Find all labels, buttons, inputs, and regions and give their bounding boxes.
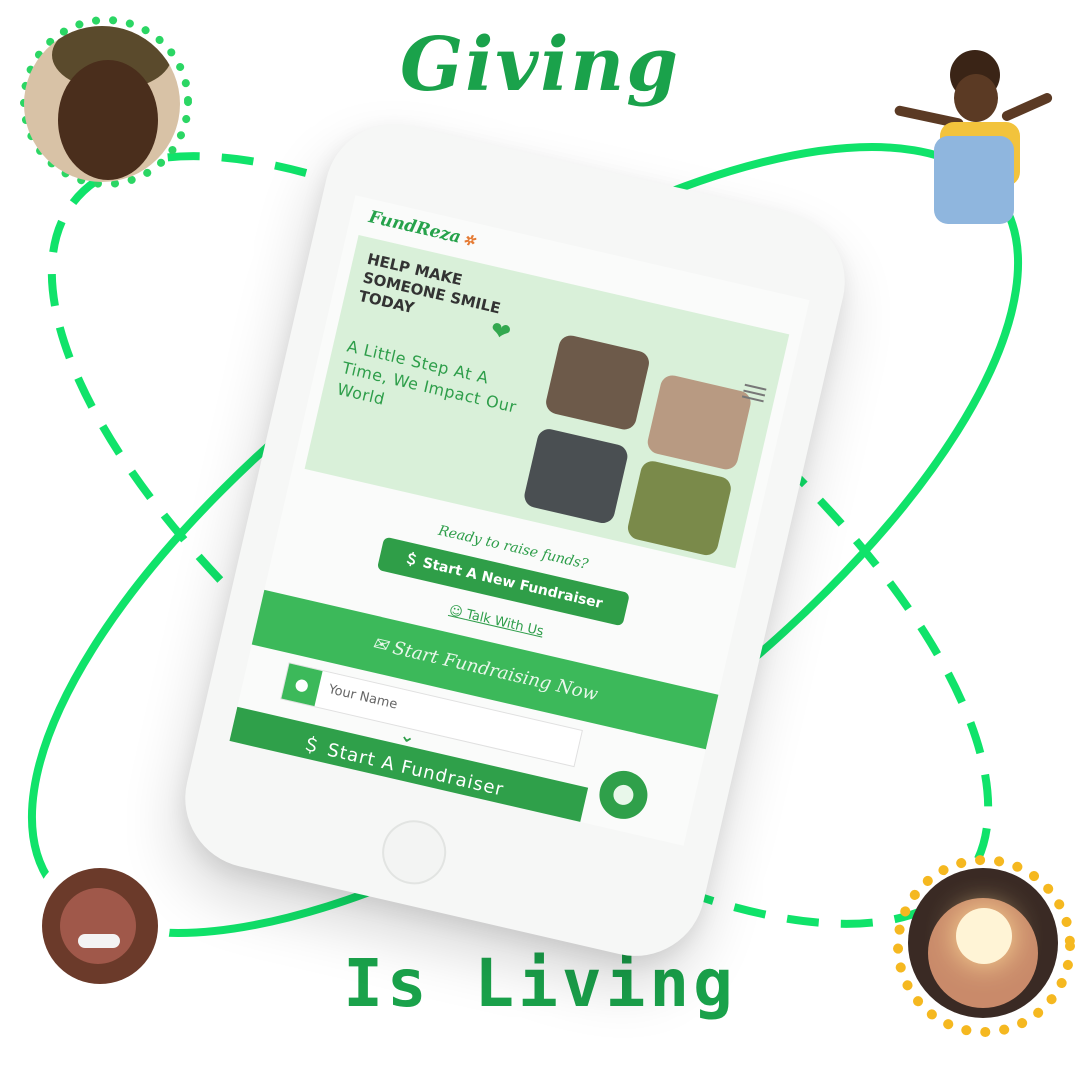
avatar-child-headwrap [24, 26, 180, 182]
chat-bubble-button[interactable] [594, 766, 653, 824]
phone-screen: FundReza✲ HELP MAKE SOMEONE SMILE TODAY … [229, 195, 810, 846]
user-icon: ● [281, 663, 323, 707]
photo-hands-together [645, 373, 753, 472]
start-a-label: Start A Fundraiser [325, 739, 506, 801]
face [58, 60, 158, 180]
avatar-child-arms-spread [890, 40, 1054, 230]
avatar-hands-light [908, 868, 1058, 1018]
hero-photo-grid [521, 333, 766, 558]
logo-sparkle-icon: ✲ [461, 231, 477, 251]
photo-children-group [543, 333, 652, 432]
talk-label: Talk With Us [464, 607, 545, 640]
name-placeholder: Your Name [326, 682, 399, 713]
phone-home-button [375, 813, 453, 891]
hero-subtitle: A Little Step At A Time, We Impact Our W… [335, 336, 519, 417]
photo-child-outdoors [625, 458, 734, 558]
photo-children-reading [522, 426, 630, 526]
avatar-child-smiling [30, 848, 170, 998]
